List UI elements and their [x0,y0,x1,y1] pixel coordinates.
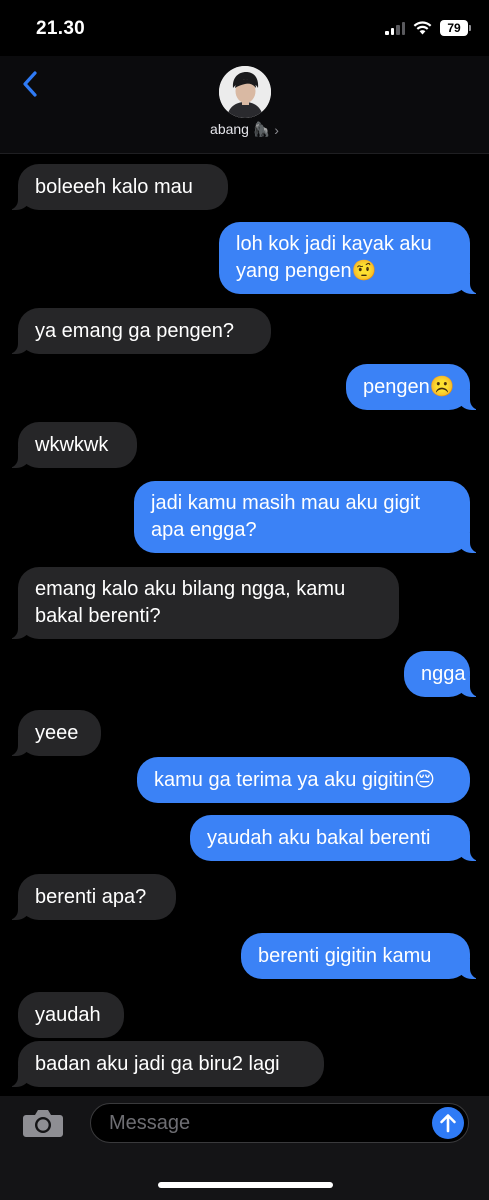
incoming-message-bubble[interactable]: yeee [8,710,101,756]
back-button[interactable] [10,64,50,104]
battery-icon: 79 [440,20,471,36]
message-text: yaudah [35,1003,101,1026]
camera-icon [23,1110,63,1137]
message-text: wkwkwk [35,433,109,456]
outgoing-message-bubble[interactable]: ngga [404,651,480,697]
outgoing-message-bubble[interactable]: pengen☹️ [346,364,480,410]
message-text: apa engga? [151,519,257,541]
avatar-photo [219,66,271,118]
message-text: berenti apa? [35,885,147,908]
message-text: yang pengen🤨 [236,260,377,282]
message-text: berenti gigitin kamu [258,944,432,967]
status-bar: 21.30 79 [0,0,489,56]
message-text: emang kalo aku bilang ngga, kamu [35,578,346,600]
message-text: boleeeh kalo mau [35,175,193,198]
message-text: kamu ga terima ya aku gigitin😔 [154,768,435,791]
chevron-right-icon: › [274,121,279,138]
message-text: ngga [421,662,466,685]
outgoing-message-bubble[interactable]: berenti gigitin kamu [241,933,480,979]
contact-name-button[interactable]: abang 🦍 › [0,121,489,138]
home-indicator [158,1182,333,1188]
wifi-icon [413,21,432,35]
message-text: jadi kamu masih mau aku gigit [151,492,421,514]
outgoing-message-bubble[interactable]: kamu ga terima ya aku gigitin😔 [137,757,470,803]
message-text: ya emang ga pengen? [35,319,235,342]
battery-level: 79 [440,20,468,36]
chevron-left-icon [23,71,37,97]
status-icons: 79 [385,20,471,36]
outgoing-message-bubble[interactable]: jadi kamu masih mau aku gigit apa engga? [134,481,480,553]
message-text: bakal berenti? [35,605,161,627]
arrow-up-icon [440,1114,456,1133]
incoming-message-bubble[interactable]: ya emang ga pengen? [8,308,271,354]
message-text: pengen☹️ [363,375,455,398]
incoming-message-bubble[interactable]: berenti apa? [8,874,176,920]
message-input[interactable] [109,1110,409,1136]
status-time: 21.30 [36,18,86,39]
cellular-signal-icon [385,21,405,35]
conversation-header: abang 🦍 › [0,56,489,154]
outgoing-message-bubble[interactable]: yaudah aku bakal berenti [190,815,480,861]
send-button[interactable] [432,1107,464,1139]
contact-name: abang 🦍 [210,121,271,137]
camera-button[interactable] [22,1108,64,1138]
incoming-message-bubble[interactable]: wkwkwk [8,422,137,468]
message-text: loh kok jadi kayak aku [236,233,432,255]
compose-bar [0,1096,489,1200]
message-text: yeee [35,721,79,744]
contact-avatar[interactable] [219,66,271,118]
message-list[interactable]: boleeeh kalo mau loh kok jadi kayak aku ya… [0,154,489,1096]
incoming-message-bubble[interactable]: boleeeh kalo mau [8,164,228,210]
message-field[interactable] [90,1103,469,1143]
outgoing-message-bubble[interactable]: loh kok jadi kayak aku yang pengen🤨 [219,222,480,294]
message-text: yaudah aku bakal berenti [207,826,431,849]
message-text: badan aku jadi ga biru2 lagi [35,1052,280,1075]
incoming-message-bubble[interactable]: yaudah [18,992,124,1038]
incoming-message-bubble[interactable]: emang kalo aku bilang ngga, kamu bakal be… [8,567,399,639]
incoming-message-bubble[interactable]: badan aku jadi ga biru2 lagi [8,1041,324,1087]
